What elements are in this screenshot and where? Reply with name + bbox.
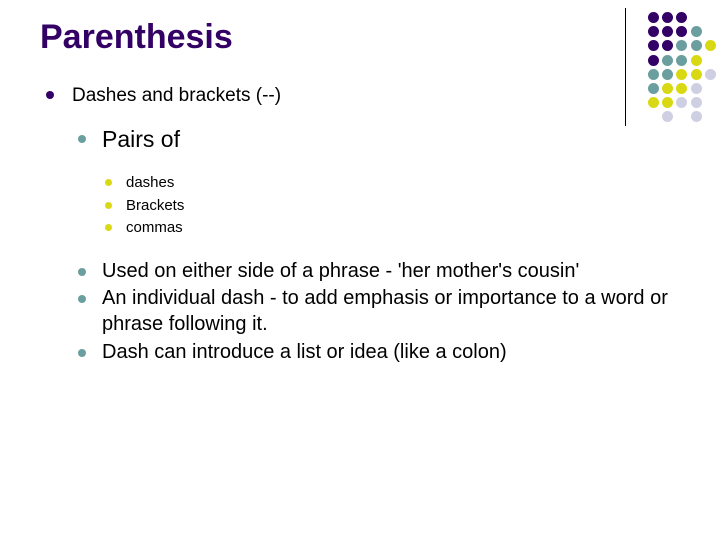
ornament-dot-purple xyxy=(662,26,674,38)
ornament-dot-purple xyxy=(662,12,674,23)
bullet-level1: Dashes and brackets (--) xyxy=(0,84,700,107)
bullet-marker-teal xyxy=(78,267,86,276)
ornament-dot-purple xyxy=(648,40,659,52)
ornament-dot-yellow xyxy=(690,68,702,80)
bullet-level3: commas xyxy=(0,218,700,238)
bullet-marker-purple xyxy=(46,91,54,99)
bullet-level2-text: An individual dash - to add emphasis or … xyxy=(102,287,668,335)
bullet-level2: An individual dash - to add emphasis or … xyxy=(0,286,700,337)
ornament-dot-yellow xyxy=(704,40,716,52)
bullet-level2: Dash can introduce a list or idea (like … xyxy=(0,340,700,366)
bullet-level2: Used on either side of a phrase - 'her m… xyxy=(0,259,700,285)
ornament-dot-teal xyxy=(648,68,659,80)
ornament-dot-teal xyxy=(662,54,674,66)
bullet-marker-teal xyxy=(78,135,86,144)
bullet-level2-heading: Pairs of xyxy=(0,125,700,153)
bullet-marker-yellow xyxy=(105,179,112,187)
slide-canvas: Parenthesis Dashes and brackets (--) Pai… xyxy=(0,0,720,540)
bullet-level2-heading-text: Pairs of xyxy=(102,126,180,153)
ornament-dot-teal xyxy=(676,40,688,52)
slide-body: Dashes and brackets (--) Pairs of dashes… xyxy=(0,84,700,367)
ornament-dot-teal xyxy=(662,68,674,80)
ornament-dot-purple xyxy=(648,26,659,38)
ornament-dot-teal xyxy=(690,40,702,52)
ornament-dot-yellow xyxy=(676,68,688,80)
ornament-dot-purple xyxy=(648,54,659,66)
bullet-marker-teal xyxy=(78,348,86,357)
ornament-dot-teal xyxy=(676,54,688,66)
bullet-level3-text: dashes xyxy=(126,174,175,192)
bullet-level2-text: Used on either side of a phrase - 'her m… xyxy=(102,259,580,282)
ornament-dot-lavender xyxy=(704,68,716,80)
bullet-marker-yellow xyxy=(105,201,112,209)
ornament-dot-purple xyxy=(676,26,688,38)
bullet-level3: Brackets xyxy=(0,196,700,216)
ornament-dot-teal xyxy=(690,26,702,38)
bullet-level1-text: Dashes and brackets (--) xyxy=(72,85,282,106)
bullet-marker-teal xyxy=(78,295,86,304)
bullet-level2-text: Dash can introduce a list or idea (like … xyxy=(102,340,507,363)
bullet-level3: dashes xyxy=(0,173,700,193)
ornament-dot-purple xyxy=(648,12,659,23)
ornament-dot-purple xyxy=(662,40,674,52)
slide-title: Parenthesis xyxy=(40,18,233,56)
bullet-marker-yellow xyxy=(105,224,112,232)
bullet-level3-text: Brackets xyxy=(126,196,185,214)
bullet-level3-text: commas xyxy=(126,219,183,237)
ornament-dot-yellow xyxy=(690,54,702,66)
ornament-dot-purple xyxy=(676,12,688,23)
